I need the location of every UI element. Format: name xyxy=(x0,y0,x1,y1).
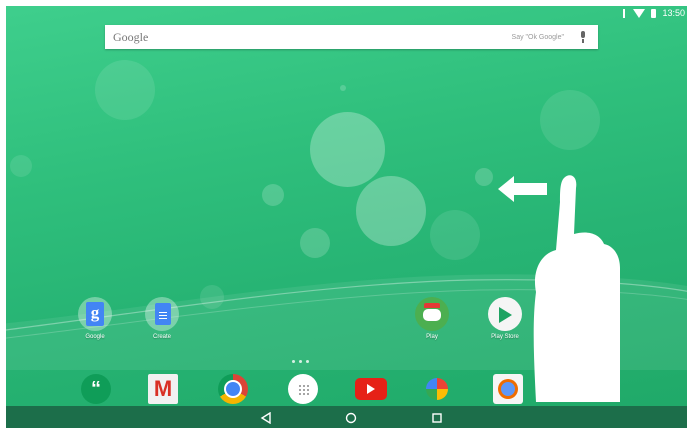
app-label: Play xyxy=(426,334,438,340)
gmail-icon[interactable] xyxy=(148,374,178,404)
play-store-icon xyxy=(488,297,522,331)
wallpaper-bokeh xyxy=(475,168,493,186)
app-label: Play Store xyxy=(491,334,519,340)
google-folder-icon: g xyxy=(78,297,112,331)
navigation-bar xyxy=(6,406,687,428)
battery-icon xyxy=(651,8,657,18)
youtube-icon[interactable] xyxy=(355,378,387,400)
wallpaper-bokeh xyxy=(310,112,385,187)
camera-icon[interactable] xyxy=(493,374,523,404)
wallpaper-bokeh xyxy=(10,155,32,177)
app-label: Google xyxy=(85,334,105,340)
app-label: Create xyxy=(152,334,171,340)
app-drawer-icon[interactable] xyxy=(288,374,318,404)
back-triangle-icon xyxy=(260,411,271,425)
chrome-icon[interactable] xyxy=(218,374,248,404)
docs-folder-icon xyxy=(145,297,179,331)
wifi-icon xyxy=(633,8,646,18)
google-logo: Google xyxy=(113,29,149,44)
google-search-bar[interactable]: Google Say "Ok Google" xyxy=(105,25,598,49)
photos-icon[interactable] xyxy=(422,374,452,404)
wallpaper-bokeh xyxy=(262,184,284,206)
wallpaper-bokeh xyxy=(540,90,600,150)
page-indicator xyxy=(292,360,309,363)
wallpaper-bokeh xyxy=(340,85,346,91)
microphone-icon[interactable] xyxy=(576,30,590,44)
app-google-folder[interactable]: g Google xyxy=(70,297,120,340)
app-create-folder[interactable]: Create xyxy=(137,297,187,340)
wallpaper-bokeh xyxy=(356,176,426,246)
dock xyxy=(0,374,693,404)
app-play-store[interactable]: Play Store xyxy=(480,297,530,340)
home-screen: 13:50 Google Say "Ok Google" g Google Cr… xyxy=(0,0,693,434)
home-circle-icon xyxy=(345,412,357,424)
status-time: 13:50 xyxy=(662,8,685,18)
voice-search-hint: Say "Ok Google" xyxy=(511,33,564,41)
wallpaper-bokeh xyxy=(95,60,155,120)
status-bar: 13:50 xyxy=(622,6,685,20)
hand-gesture-icon xyxy=(533,175,620,402)
home-button[interactable] xyxy=(344,411,358,424)
back-button[interactable] xyxy=(259,411,273,425)
play-games-icon xyxy=(415,297,449,331)
recents-square-icon xyxy=(432,413,442,423)
app-play-games[interactable]: Play xyxy=(407,297,457,340)
hangouts-icon[interactable] xyxy=(81,374,111,404)
bluetooth-icon xyxy=(622,8,627,18)
recents-button[interactable] xyxy=(430,411,444,423)
